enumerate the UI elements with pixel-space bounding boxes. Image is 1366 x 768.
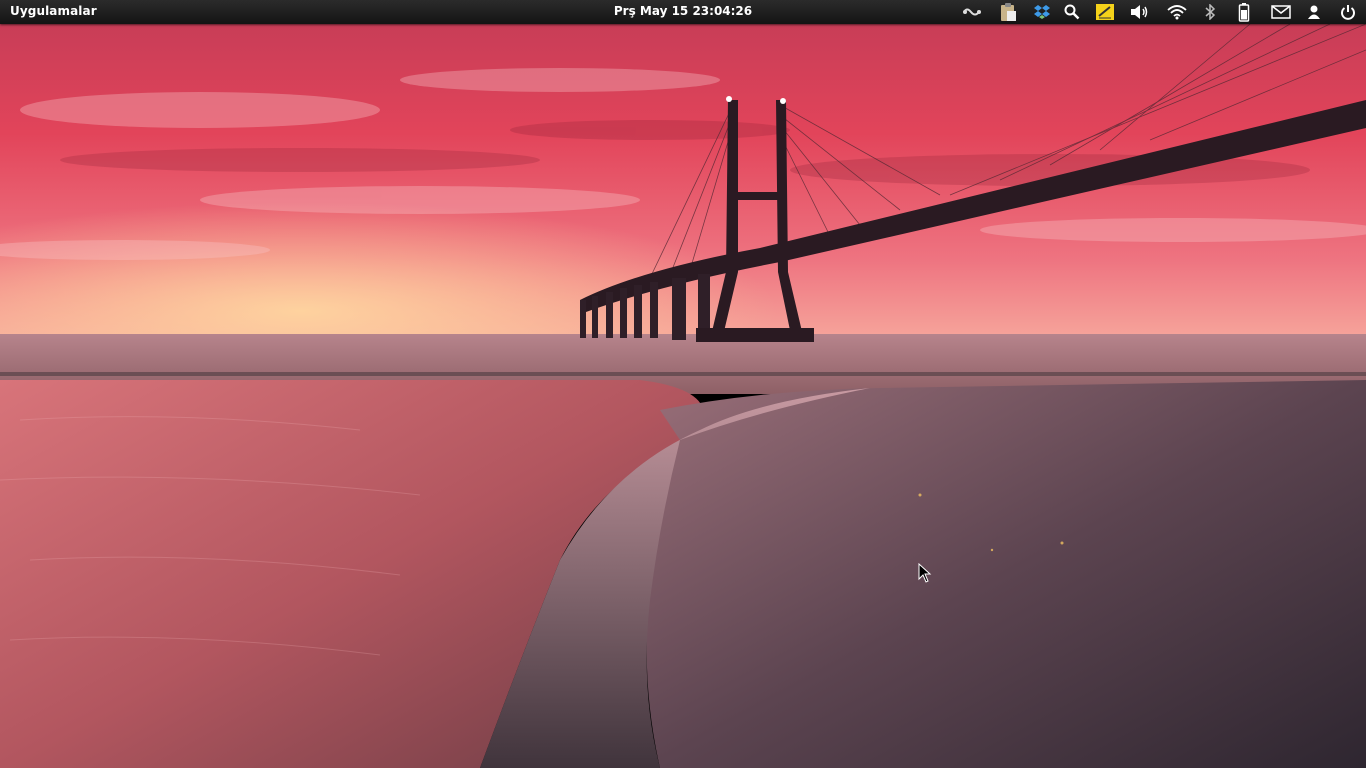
keyboard-layout-icon[interactable] — [961, 2, 983, 22]
wifi-icon[interactable] — [1166, 2, 1188, 22]
wallpaper — [0, 23, 1366, 768]
clock[interactable]: Prş May 15 23:04:26 — [614, 4, 752, 18]
battery-icon[interactable] — [1233, 2, 1255, 22]
notes-icon[interactable] — [1094, 2, 1116, 22]
user-icon[interactable] — [1303, 2, 1325, 22]
dropbox-icon[interactable] — [1031, 2, 1053, 22]
volume-icon[interactable] — [1129, 2, 1151, 22]
mail-icon[interactable] — [1270, 2, 1292, 22]
mouse-cursor-icon — [918, 563, 932, 583]
power-icon[interactable] — [1337, 2, 1359, 22]
search-icon[interactable] — [1061, 2, 1083, 22]
clipboard-icon[interactable] — [997, 2, 1019, 22]
top-panel: Uygulamalar Prş May 15 23:04:26 — [0, 0, 1366, 24]
applications-menu[interactable]: Uygulamalar — [10, 4, 97, 18]
bluetooth-icon[interactable] — [1199, 2, 1221, 22]
desktop[interactable]: Uygulamalar Prş May 15 23:04:26 — [0, 0, 1366, 768]
